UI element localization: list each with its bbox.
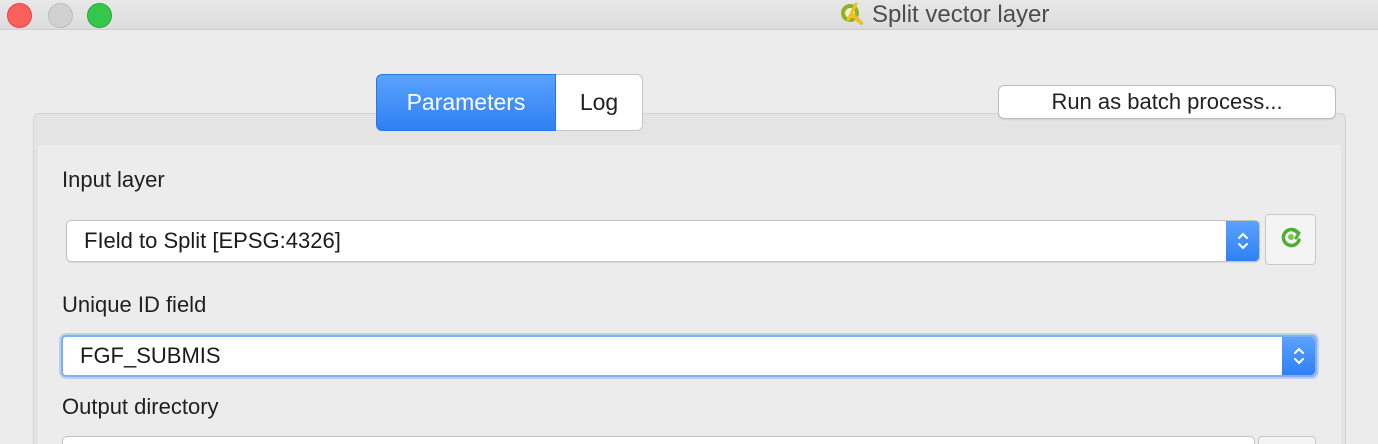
close-window-button[interactable] — [7, 3, 32, 28]
unique-id-label: Unique ID field — [62, 292, 207, 317]
output-directory-label: Output directory — [62, 394, 219, 419]
maximize-window-button[interactable] — [87, 3, 112, 28]
window-title: Split vector layer — [872, 1, 1050, 28]
parameters-panel — [38, 145, 1341, 444]
run-as-batch-button[interactable]: Run as batch process... — [998, 85, 1336, 119]
input-layer-label: Input layer — [62, 167, 165, 192]
tab-parameters[interactable]: Parameters — [376, 74, 556, 131]
tab-bar: Parameters Log — [376, 74, 643, 131]
browse-directory-button[interactable] — [1258, 436, 1316, 444]
minimize-window-button[interactable] — [48, 3, 73, 28]
iterate-refresh-icon — [1278, 224, 1304, 255]
split-vector-layer-window: Split vector layer Parameters Log Run as… — [0, 0, 1378, 444]
window-title-group: Split vector layer — [838, 0, 1049, 30]
iterate-layer-button[interactable] — [1265, 214, 1316, 265]
chevron-updown-icon — [1282, 337, 1315, 375]
input-layer-value: FIeld to Split [EPSG:4326] — [84, 228, 341, 253]
output-directory-input[interactable] — [62, 436, 1255, 444]
title-bar: Split vector layer — [0, 0, 1378, 30]
unique-id-field-select[interactable]: FGF_SUBMIS — [61, 335, 1317, 377]
tab-log[interactable]: Log — [556, 74, 643, 131]
unique-id-value: FGF_SUBMIS — [80, 343, 221, 368]
qgis-icon — [838, 0, 864, 31]
chevron-updown-icon — [1226, 221, 1259, 261]
input-layer-select[interactable]: FIeld to Split [EPSG:4326] — [66, 220, 1260, 262]
